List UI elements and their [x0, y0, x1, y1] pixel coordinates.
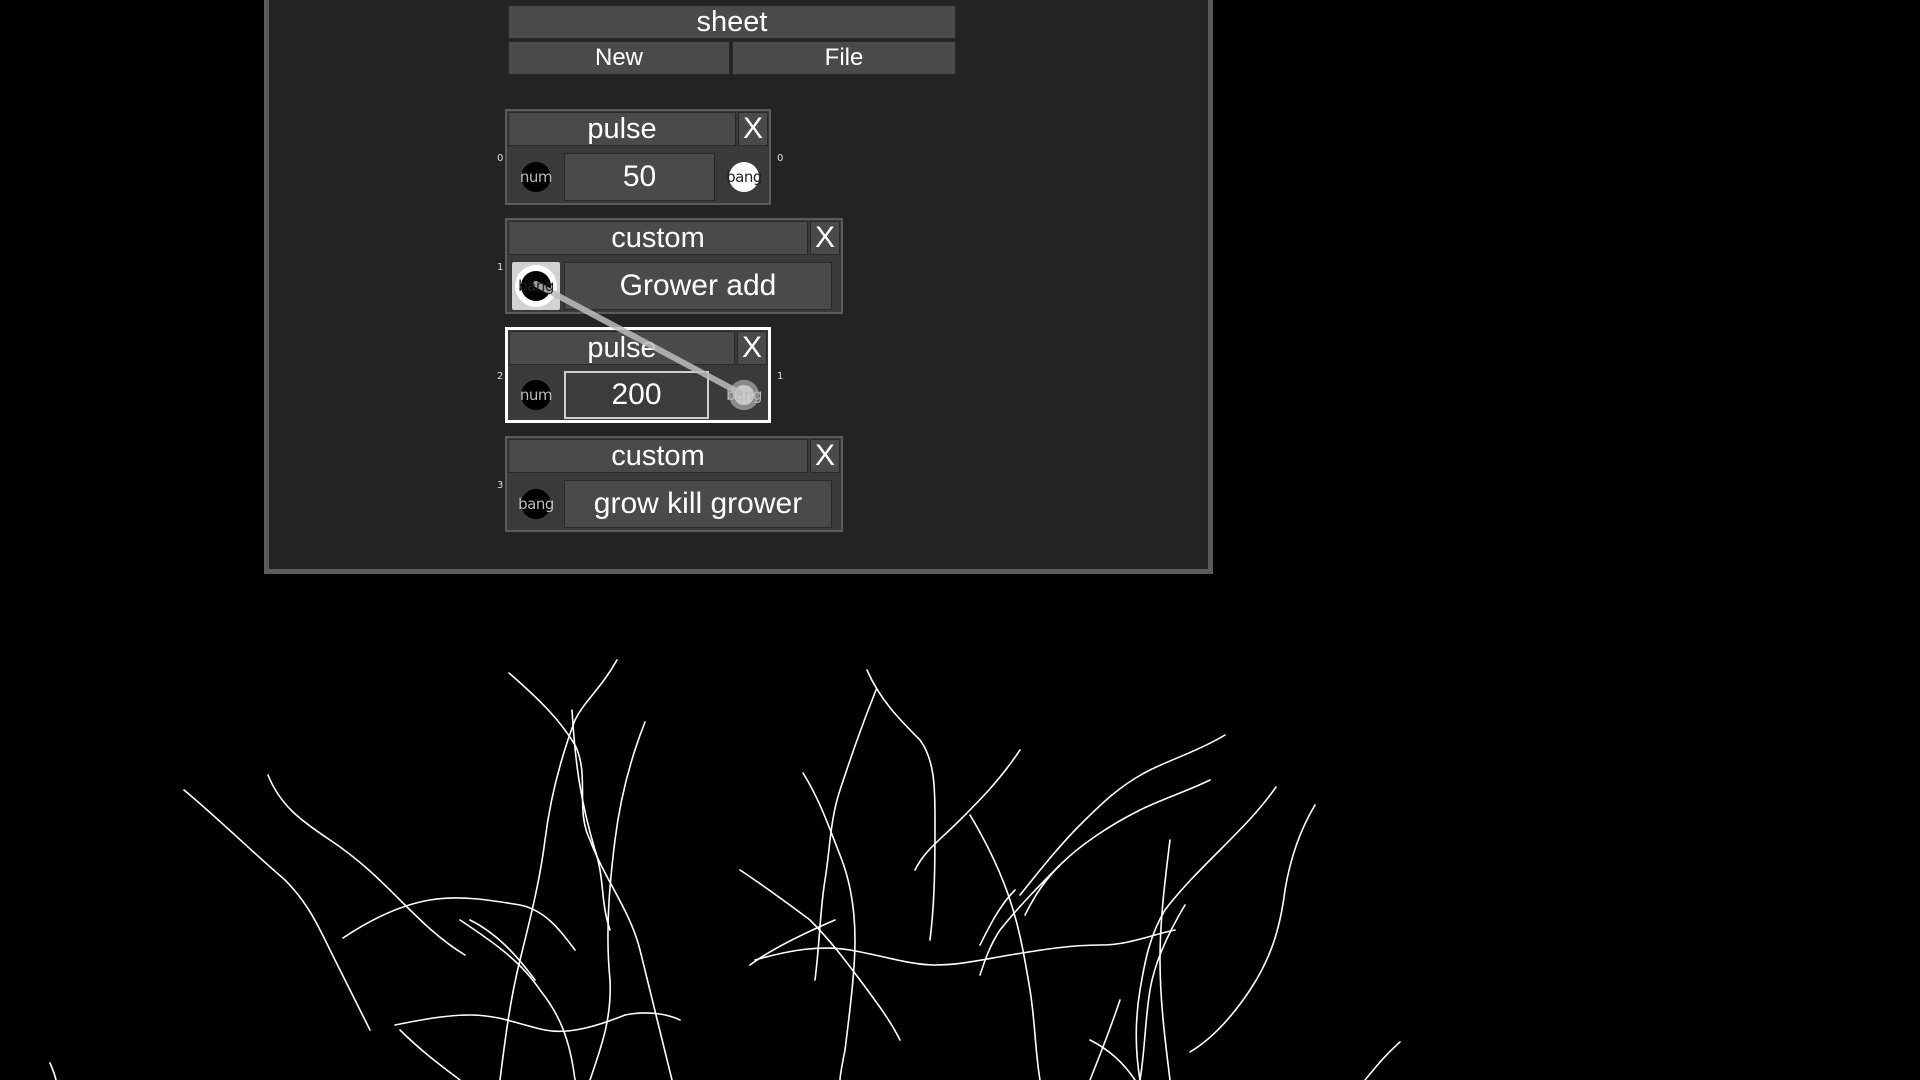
custom-node[interactable]: custom X bang Grower add [505, 218, 843, 314]
value-field[interactable]: 50 [564, 153, 715, 201]
root-strand [1159, 839, 1171, 1080]
port-label: bang [518, 495, 554, 513]
port-label: num [519, 168, 553, 186]
root-strand [1024, 864, 1061, 916]
node-title[interactable]: custom [508, 221, 808, 255]
input-index: 1 [497, 262, 504, 273]
root-strand [508, 672, 673, 1080]
output-index: 0 [777, 153, 784, 164]
root-strand [399, 1029, 461, 1080]
root-strand [342, 897, 576, 951]
node-title[interactable]: pulse [508, 112, 736, 146]
root-strand [914, 749, 1021, 871]
value-field[interactable]: 200 [564, 371, 709, 419]
new-button[interactable]: New [508, 41, 730, 75]
root-strand [866, 669, 936, 941]
root-strand [1189, 804, 1316, 1053]
root-strand [1135, 786, 1277, 1080]
input-port-num[interactable]: num [512, 153, 560, 201]
input-index: 3 [497, 480, 504, 491]
canvas[interactable]: sheet New File pulse X num 50 bang 0 0 c… [0, 0, 1920, 1080]
root-strand [589, 721, 646, 1080]
root-strand [1089, 999, 1121, 1080]
close-button[interactable]: X [738, 112, 768, 146]
output-port-bang[interactable]: bang [720, 371, 768, 419]
input-port-num[interactable]: num [512, 371, 560, 419]
root-strand [571, 709, 611, 931]
port-label: bang [518, 277, 554, 295]
root-strand [1364, 1041, 1401, 1080]
root-strand [1139, 904, 1186, 1080]
root-strand [814, 689, 877, 981]
pulse-node[interactable]: pulse X num 50 bang [505, 109, 771, 205]
root-strand [183, 789, 371, 1031]
root-strand [49, 1062, 57, 1080]
port-label: bang [726, 386, 762, 404]
script-field[interactable]: Grower add [564, 262, 832, 310]
output-index: 1 [777, 371, 784, 382]
root-strand [969, 814, 1041, 1080]
node-title[interactable]: pulse [509, 331, 735, 365]
custom-node[interactable]: custom X bang grow kill grower [505, 436, 843, 532]
root-strand [1019, 734, 1226, 896]
close-button[interactable]: X [810, 221, 840, 255]
root-strand [1089, 1039, 1136, 1080]
root-strand [394, 1012, 681, 1033]
port-label: num [519, 386, 553, 404]
input-port-bang[interactable]: bang [512, 480, 560, 528]
pulse-node-selected[interactable]: pulse X num 200 bang [505, 327, 771, 423]
root-strand [802, 772, 856, 1080]
file-button[interactable]: File [732, 41, 956, 75]
sheet-title[interactable]: sheet [508, 5, 956, 39]
input-index: 0 [497, 153, 504, 164]
root-strand [459, 919, 576, 1080]
close-button[interactable]: X [810, 439, 840, 473]
root-strand [267, 774, 466, 956]
node-title[interactable]: custom [508, 439, 808, 473]
root-strand [754, 929, 1176, 966]
script-field[interactable]: grow kill grower [564, 480, 832, 528]
input-port-bang[interactable]: bang [512, 262, 560, 310]
port-label: bang [726, 168, 762, 186]
input-index: 2 [497, 371, 504, 382]
close-button[interactable]: X [737, 331, 767, 365]
output-port-bang[interactable]: bang [720, 153, 768, 201]
